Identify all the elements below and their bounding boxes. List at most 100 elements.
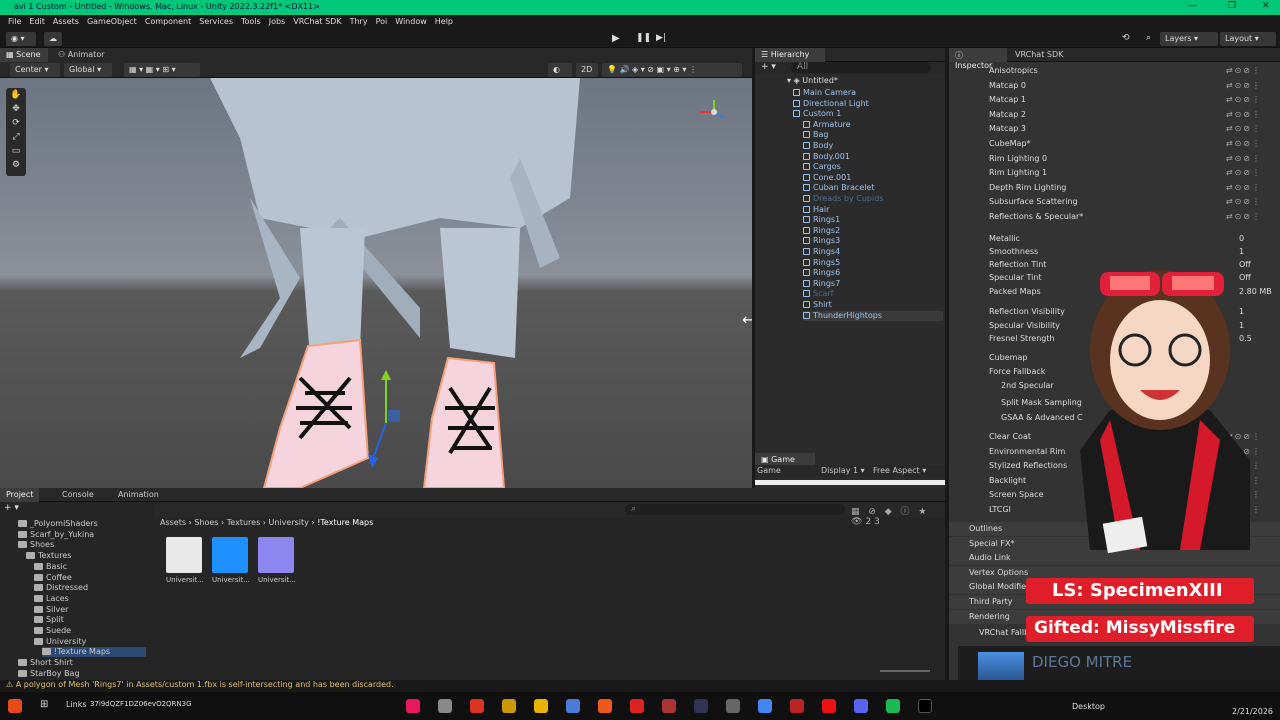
create-icon[interactable]: + ▾ [4, 503, 19, 513]
section-actions-icon[interactable]: ⇄⊙⊘⋮ [1226, 95, 1262, 104]
hierarchy-item[interactable]: Body [803, 141, 833, 151]
inspector-section[interactable]: Matcap 2 ⇄⊙⊘⋮ [949, 108, 1280, 122]
project-folder[interactable]: Basic [34, 562, 67, 572]
project-filter-icons[interactable]: ▦ ⊘ ◆ ⓘ ★ 👁23 [851, 504, 945, 527]
minimize-button[interactable]: — [1188, 1, 1197, 11]
folder-icon[interactable] [534, 699, 548, 713]
app-icon-8[interactable] [630, 699, 644, 713]
hierarchy-item[interactable]: Rings7 [803, 279, 840, 289]
hierarchy-item[interactable]: Rings5 [803, 258, 840, 268]
inspector-section[interactable]: Subsurface Scattering ⇄⊙⊘⋮ [949, 195, 1280, 209]
hierarchy-search[interactable]: All [791, 62, 931, 73]
layout-dropdown[interactable]: Layout ▾ [1220, 32, 1276, 46]
project-search[interactable]: ⌕ [625, 504, 845, 515]
inspector-section[interactable]: Matcap 0 ⇄⊙⊘⋮ [949, 79, 1280, 93]
section-actions-icon[interactable]: ⇄⊙⊘⋮ [1226, 154, 1262, 163]
history-icon[interactable]: ⟲ [1122, 33, 1130, 43]
play-icon[interactable]: ▶ [612, 33, 620, 44]
brave-icon[interactable] [598, 699, 612, 713]
maximize-button[interactable]: ❐ [1228, 1, 1236, 11]
chrome-icon[interactable] [758, 699, 772, 713]
2d-toggle[interactable]: 2D [576, 63, 598, 77]
project-folder[interactable]: _PolyomiShaders [18, 519, 98, 529]
inspector-section[interactable]: Reflections & Specular* ⇄⊙⊘⋮ [949, 210, 1280, 224]
desktop-toolbar[interactable]: Desktop [1072, 702, 1105, 711]
add-icon[interactable]: + ▾ [761, 62, 776, 72]
project-folder[interactable]: University [34, 637, 86, 647]
tab-animator[interactable]: ⚇ Animator [52, 48, 111, 62]
app-icon-11[interactable] [726, 699, 740, 713]
scene-viewport[interactable]: ✋✥⟳⤢▭⚙ ⟷ [0, 78, 752, 488]
hierarchy-item[interactable]: Body.001 [803, 152, 850, 162]
menu-item[interactable]: VRChat SDK [293, 17, 341, 26]
asset-thumbnail[interactable]: Universit... [166, 537, 206, 584]
property-value[interactable]: 0 [1239, 234, 1244, 243]
tab-scene[interactable]: ▦ Scene [0, 48, 48, 62]
layers-dropdown[interactable]: Layers ▾ [1160, 32, 1218, 46]
links-toolbar[interactable]: Links [66, 700, 87, 709]
menu-item[interactable]: Help [435, 17, 453, 26]
menu-item[interactable]: Jobs [269, 17, 286, 26]
hierarchy-item[interactable]: Dreads by Cupids [803, 194, 883, 204]
menu-item[interactable]: Poi [376, 17, 388, 26]
inspector-section[interactable]: Rim Lighting 0 ⇄⊙⊘⋮ [949, 152, 1280, 166]
app-icon-2[interactable] [438, 699, 452, 713]
hierarchy-item[interactable]: Cargos [803, 162, 841, 172]
aspect-select[interactable]: Free Aspect ▾ [873, 466, 926, 475]
spotify-icon[interactable] [886, 699, 900, 713]
space-dropdown[interactable]: Global ▾ [64, 63, 112, 77]
scene-view-options[interactable]: 💡 🔊 ◈ ▾ ⊘ ▣ ▾ ⊕ ▾ ⋮ [602, 63, 742, 77]
project-folder[interactable]: Shoes [18, 540, 54, 550]
zoom-slider[interactable] [880, 670, 930, 672]
project-folder[interactable]: Short Shirt [18, 658, 73, 668]
inspector-section[interactable]: Depth Rim Lighting ⇄⊙⊘⋮ [949, 181, 1280, 195]
tab-project[interactable]: Project [0, 488, 40, 502]
start-icon[interactable] [8, 699, 22, 713]
section-actions-icon[interactable]: ⇄⊙⊘⋮ [1226, 183, 1262, 192]
inspector-section[interactable]: Rim Lighting 1 ⇄⊙⊘⋮ [949, 166, 1280, 180]
x-icon[interactable] [918, 699, 932, 713]
hierarchy-item[interactable]: Directional Light [793, 99, 869, 109]
inspector-section[interactable]: Anisotropics ⇄⊙⊘⋮ [949, 64, 1280, 78]
tab-console[interactable]: Console [56, 488, 100, 502]
game-display-dropdown[interactable]: Game [757, 466, 781, 475]
menu-item[interactable]: Window [395, 17, 427, 26]
cloud-icon[interactable]: ☁ [44, 32, 62, 46]
app-icon-1[interactable] [406, 699, 420, 713]
app-icon-13[interactable] [790, 699, 804, 713]
breadcrumb-item[interactable]: Shoes [194, 518, 218, 527]
search-icon[interactable]: ⌕ [1146, 33, 1151, 43]
hierarchy-item[interactable]: ThunderHightops [803, 310, 943, 321]
hierarchy-item[interactable]: Rings4 [803, 247, 840, 257]
breadcrumb-item[interactable]: University [269, 518, 309, 527]
menu-item[interactable]: GameObject [87, 17, 137, 26]
project-folder[interactable]: StarBoy Bag [18, 669, 80, 679]
windows-icon[interactable]: ⊞ [40, 699, 48, 710]
app-icon-4[interactable] [502, 699, 516, 713]
section-actions-icon[interactable]: ⇄⊙⊘⋮ [1226, 197, 1262, 206]
tab-vrchat-sdk[interactable]: VRChat SDK [1009, 48, 1069, 62]
project-folder[interactable]: Laces [34, 594, 69, 604]
hierarchy-item[interactable]: Rings2 [803, 226, 840, 236]
project-folder[interactable]: Silver [34, 605, 68, 615]
hierarchy-item[interactable]: Scarf [803, 289, 833, 299]
close-button[interactable]: ✕ [1262, 1, 1270, 11]
breadcrumb-item[interactable]: Assets [160, 518, 186, 527]
hierarchy-item[interactable]: Rings6 [803, 268, 840, 278]
tab-hierarchy[interactable]: ☰ Hierarchy [755, 48, 825, 62]
hierarchy-item[interactable]: Cuban Bracelet [803, 183, 875, 193]
discord-icon[interactable] [854, 699, 868, 713]
asset-thumbnail[interactable]: Universit... [258, 537, 298, 584]
scene-tool-palette[interactable]: ✋ ✥ ⟳ ⤢ ▭ ⚙ [6, 88, 26, 176]
section-actions-icon[interactable]: ⇄⊙⊘⋮ [1226, 212, 1262, 221]
menu-item[interactable]: File [8, 17, 21, 26]
project-folder[interactable]: Textures [26, 551, 71, 561]
grid-snap-buttons[interactable]: ▦ ▾ ▦ ▾ ⊞ ▾ [124, 63, 200, 77]
menu-item[interactable]: Component [145, 17, 191, 26]
menu-item[interactable]: Assets [53, 17, 79, 26]
project-folder[interactable]: Scarf_by_Yukina [18, 530, 94, 540]
inspector-property[interactable]: Metallic 0 [949, 232, 1280, 246]
hierarchy-item[interactable]: Armature [803, 120, 851, 130]
section-actions-icon[interactable]: ⇄⊙⊘⋮ [1226, 66, 1262, 75]
hierarchy-item[interactable]: Shirt [803, 300, 832, 310]
